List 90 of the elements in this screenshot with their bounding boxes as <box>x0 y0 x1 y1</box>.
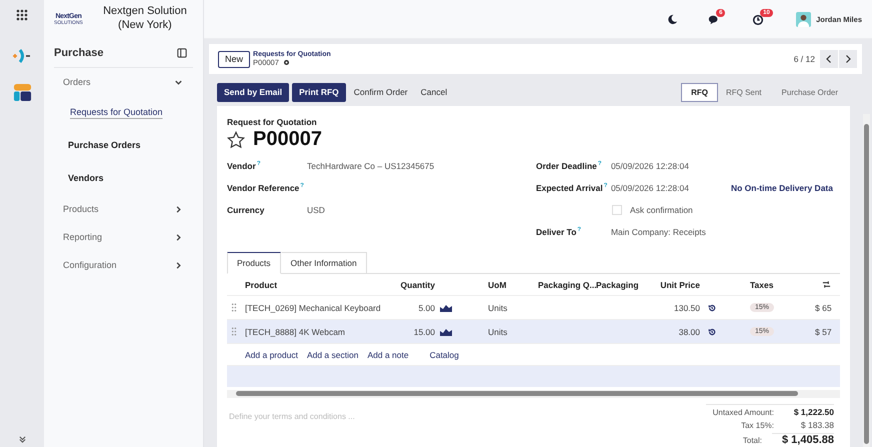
field-label: Currency <box>227 205 266 215</box>
field-label: Vendor Reference$^{?}$ <box>227 183 305 193</box>
column-header[interactable]: Packaging Q... <box>538 280 596 290</box>
chevron-down-icon[interactable] <box>174 78 183 86</box>
add-line-link[interactable]: Add a product <box>245 350 298 360</box>
field-value[interactable]: USD <box>307 205 325 215</box>
delivery-note: No On-time Delivery Data <box>730 183 833 193</box>
gear-icon[interactable] <box>282 59 290 66</box>
new-button[interactable]: New <box>218 50 250 68</box>
avatar-icon[interactable] <box>796 12 812 26</box>
star-icon[interactable] <box>227 130 245 148</box>
status-step[interactable]: RFQ <box>681 82 718 102</box>
menu-item[interactable]: Vendors <box>54 162 104 195</box>
table-cell-text: [TECH_0269] Mechanical Keyboard <box>245 302 382 312</box>
action-button[interactable]: Cancel <box>416 82 452 102</box>
table-cell-text: [TECH_8888] 4K Webcam <box>245 326 346 336</box>
menu-item[interactable]: Requests for Quotation <box>54 96 163 129</box>
field-value[interactable]: 05/09/2026 12:28:04 <box>610 183 731 193</box>
chevron-down-icon[interactable] <box>18 436 26 443</box>
add-line-link[interactable]: Add a section <box>306 350 358 360</box>
total-value: $ 1,405.88 <box>772 433 834 446</box>
history-icon[interactable] <box>708 304 716 312</box>
tab[interactable]: Products <box>227 252 281 274</box>
chevron-left-icon <box>824 54 834 64</box>
column-header[interactable]: Unit Price <box>650 280 700 290</box>
menu-section[interactable]: Orders <box>54 68 193 96</box>
column-header[interactable]: Packaging <box>596 280 650 290</box>
vertical-scrollbar[interactable] <box>863 114 870 447</box>
column-header[interactable]: Taxes <box>750 280 813 290</box>
sidebar-toggle-icon[interactable] <box>177 48 187 58</box>
menu-section[interactable]: Configuration <box>54 251 193 279</box>
table-cell-text: Units <box>488 302 508 312</box>
previous-button[interactable] <box>820 50 838 68</box>
chevron-right-icon[interactable] <box>174 260 183 270</box>
action-button[interactable]: Send by Email <box>217 82 290 102</box>
menu-section[interactable]: Products <box>54 195 193 223</box>
field-value[interactable]: 05/09/2026 12:28:04 <box>610 161 731 171</box>
total-label: Tax 15%: <box>741 421 774 430</box>
field-label: Vendor$^{?}$ <box>227 161 262 171</box>
pager-text: 6 / 12 <box>794 54 815 64</box>
status-step[interactable]: Purchase Order <box>774 84 850 100</box>
add-line-link[interactable]: Catalog <box>430 350 459 360</box>
action-button[interactable]: Print RFQ <box>292 82 346 102</box>
drag-handle-icon[interactable] <box>231 303 237 312</box>
column-header[interactable]: Product <box>245 280 395 290</box>
menu-section[interactable]: Reporting <box>54 223 193 251</box>
add-line-link[interactable]: Add a note <box>367 350 409 360</box>
company-name: Nextgen Solution (New York) <box>102 5 188 33</box>
chevron-right-icon[interactable] <box>174 204 183 214</box>
field-label: Order Deadline$^{?}$ <box>536 161 603 171</box>
total-label: Untaxed Amount: <box>712 408 774 417</box>
field-value[interactable]: Main Company: Receipts <box>610 227 731 237</box>
moon-icon[interactable] <box>667 14 678 24</box>
table-cell-text: $ 57 <box>814 326 833 336</box>
history-icon[interactable] <box>708 328 716 336</box>
table-cell-text: $ 65 <box>814 302 833 312</box>
app-icon[interactable] <box>12 83 32 102</box>
chevron-right-icon <box>843 54 853 64</box>
menu-item[interactable]: Purchase Orders <box>54 129 141 162</box>
checkbox[interactable] <box>612 205 622 215</box>
record-title: P00007 <box>253 128 322 151</box>
table-cell-text: Units <box>488 326 508 336</box>
form-subtitle: Request for Quotation <box>227 117 318 127</box>
total-value: $ 1,222.50 <box>792 407 834 417</box>
drag-handle-icon[interactable] <box>231 327 237 336</box>
status-step[interactable]: RFQ Sent <box>718 84 774 100</box>
checkbox-label: Ask confirmation <box>630 205 693 215</box>
app-title: Purchase <box>54 47 104 59</box>
menu-grid-icon[interactable] <box>16 9 28 21</box>
column-header[interactable]: UoM <box>488 280 538 290</box>
field-label: Deliver To$^{?}$ <box>536 227 582 237</box>
table-cell-text: 5.00 <box>417 302 435 312</box>
field-label: Expected Arrival$^{?}$ <box>536 183 608 193</box>
column-settings-icon[interactable] <box>822 280 831 289</box>
next-button[interactable] <box>839 50 857 68</box>
action-button[interactable]: Confirm Order <box>348 82 413 102</box>
table-cell-text: 38.00 <box>678 326 700 336</box>
table-cell-text: 130.50 <box>673 302 700 312</box>
table-cell-text: 15.00 <box>412 326 435 336</box>
chat-icon[interactable] <box>708 14 720 26</box>
total-value: $ 183.38 <box>800 420 834 430</box>
total-label: Total: <box>742 436 762 445</box>
column-header[interactable]: Quantity <box>395 280 435 290</box>
clock-icon[interactable] <box>752 14 764 26</box>
area-chart-icon[interactable] <box>440 328 452 336</box>
area-chart-icon[interactable] <box>440 304 452 312</box>
chevron-right-icon[interactable] <box>174 232 183 242</box>
tab[interactable]: Other Information <box>280 252 367 274</box>
field-value[interactable]: TechHardware Co – US12345675 <box>307 161 434 171</box>
horizontal-scrollbar[interactable] <box>227 390 840 398</box>
